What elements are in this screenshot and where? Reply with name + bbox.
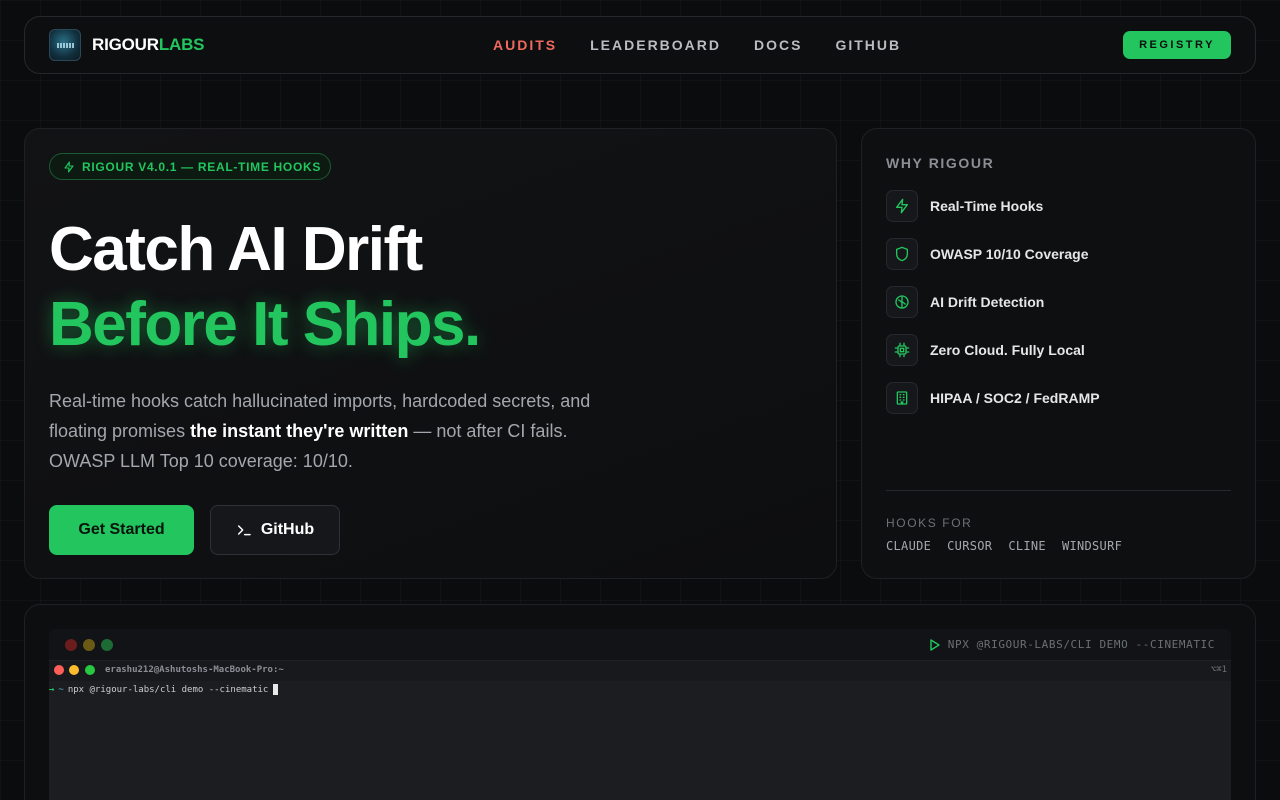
maximize-dot[interactable]: [101, 639, 113, 651]
version-badge-label: RIGOUR V4.0.1 — REAL-TIME HOOKS: [82, 159, 322, 174]
brand-name: RIGOURLABS: [92, 35, 204, 55]
prompt-tilde: ~: [58, 684, 64, 695]
terminal-titlebar: NPX @RIGOUR-LABS/CLI DEMO --CINEMATIC: [49, 629, 1231, 661]
brand-name-part2: LABS: [158, 35, 205, 54]
building-icon: [896, 391, 908, 405]
feature-label: HIPAA / SOC2 / FedRAMP: [930, 390, 1100, 406]
get-started-button[interactable]: Get Started: [49, 505, 194, 555]
hook-claude: CLAUDE: [886, 539, 932, 553]
minimize-dot[interactable]: [83, 639, 95, 651]
feature-label: OWASP 10/10 Coverage: [930, 246, 1089, 262]
nav-link-leaderboard[interactable]: LEADERBOARD: [590, 37, 721, 53]
github-button-label: GitHub: [260, 521, 315, 538]
feature-label: Zero Cloud. Fully Local: [930, 342, 1085, 358]
desc-bold: the instant they're written: [190, 421, 409, 441]
sidebar-divider: [886, 490, 1231, 491]
feature-label: AI Drift Detection: [930, 294, 1045, 310]
brand-name-part1: RIGOUR: [92, 35, 159, 54]
hooks-list: CLAUDE CURSOR CLINE WINDSURF: [886, 539, 1122, 553]
chip-icon: [894, 342, 910, 358]
github-button[interactable]: GitHub: [210, 505, 340, 555]
feature-icon-box: [886, 286, 918, 318]
feature-item: Real-Time Hooks: [886, 189, 1043, 223]
hook-windsurf: WINDSURF: [1061, 539, 1123, 553]
nav-link-audits[interactable]: AUDITS: [493, 37, 557, 53]
bolt-icon: [896, 198, 908, 214]
feature-icon-box: [886, 238, 918, 270]
hero-description: Real-time hooks catch hallucinated impor…: [49, 386, 629, 476]
version-badge: RIGOUR V4.0.1 — REAL-TIME HOOKS: [49, 153, 331, 180]
terminal-window: NPX @RIGOUR-LABS/CLI DEMO --CINEMATIC er…: [49, 629, 1231, 800]
feature-item: OWASP 10/10 Coverage: [886, 237, 1088, 271]
feature-item: AI Drift Detection: [886, 285, 1044, 319]
terminal-prompt-line: → ~ npx @rigour-labs/cli demo --cinemati…: [49, 684, 279, 695]
feature-icon-box: [886, 190, 918, 222]
brand-logo[interactable]: RIGOURLABS: [49, 29, 204, 61]
inner-maximize-dot[interactable]: [85, 665, 95, 675]
terminal-command-label: NPX @RIGOUR-LABS/CLI DEMO --CINEMATIC: [930, 638, 1215, 651]
terminal-body[interactable]: → ~ npx @rigour-labs/cli demo --cinemati…: [49, 681, 1231, 800]
inner-close-dot[interactable]: [54, 665, 64, 675]
terminal-demo-card: NPX @RIGOUR-LABS/CLI DEMO --CINEMATIC er…: [24, 604, 1256, 800]
inner-terminal-title: erashu212@Ashutoshs-MacBook-Pro:~: [105, 665, 284, 675]
feature-label: Real-Time Hooks: [930, 198, 1044, 214]
feature-item: Zero Cloud. Fully Local: [886, 333, 1085, 367]
registry-button[interactable]: REGISTRY: [1123, 31, 1231, 59]
terminal-cursor: [273, 684, 279, 695]
hook-cline: CLINE: [1008, 539, 1046, 553]
headline-line2: Before It Ships.: [49, 290, 481, 359]
terminal-command-text: NPX @RIGOUR-LABS/CLI DEMO --CINEMATIC: [947, 638, 1215, 651]
why-rigour-panel: WHY RIGOUR Real-Time Hooks OWASP 10/10 C…: [861, 128, 1256, 579]
inner-terminal-titlebar: erashu212@Ashutoshs-MacBook-Pro:~ ⌥⌘1: [49, 661, 1231, 681]
inner-minimize-dot[interactable]: [69, 665, 79, 675]
prompt-command: npx @rigour-labs/cli demo --cinematic: [67, 684, 269, 695]
play-icon: [930, 638, 940, 651]
hero-card: RIGOUR V4.0.1 — REAL-TIME HOOKS Catch AI…: [24, 128, 837, 579]
headline-line1: Catch AI Drift: [49, 215, 423, 284]
nav-link-docs[interactable]: DOCS: [754, 37, 802, 53]
feature-icon-box: [886, 334, 918, 366]
terminal-prompt-icon: [237, 525, 251, 536]
logo-image: [49, 29, 81, 61]
close-dot[interactable]: [65, 639, 77, 651]
why-rigour-title: WHY RIGOUR: [886, 155, 995, 171]
feature-item: HIPAA / SOC2 / FedRAMP: [886, 381, 1100, 415]
nav-links: AUDITS LEADERBOARD DOCS GITHUB: [493, 17, 901, 73]
shield-icon: [896, 246, 908, 262]
bolt-icon: [64, 160, 74, 173]
brain-icon: [895, 295, 909, 309]
top-nav: RIGOURLABS AUDITS LEADERBOARD DOCS GITHU…: [24, 16, 1256, 74]
inner-terminal-shortcut: ⌥⌘1: [1210, 665, 1227, 675]
prompt-arrow: →: [49, 684, 55, 695]
hook-cursor: CURSOR: [947, 539, 993, 553]
nav-link-github[interactable]: GITHUB: [835, 37, 901, 53]
feature-icon-box: [886, 382, 918, 414]
hooks-for-title: HOOKS FOR: [886, 516, 973, 530]
